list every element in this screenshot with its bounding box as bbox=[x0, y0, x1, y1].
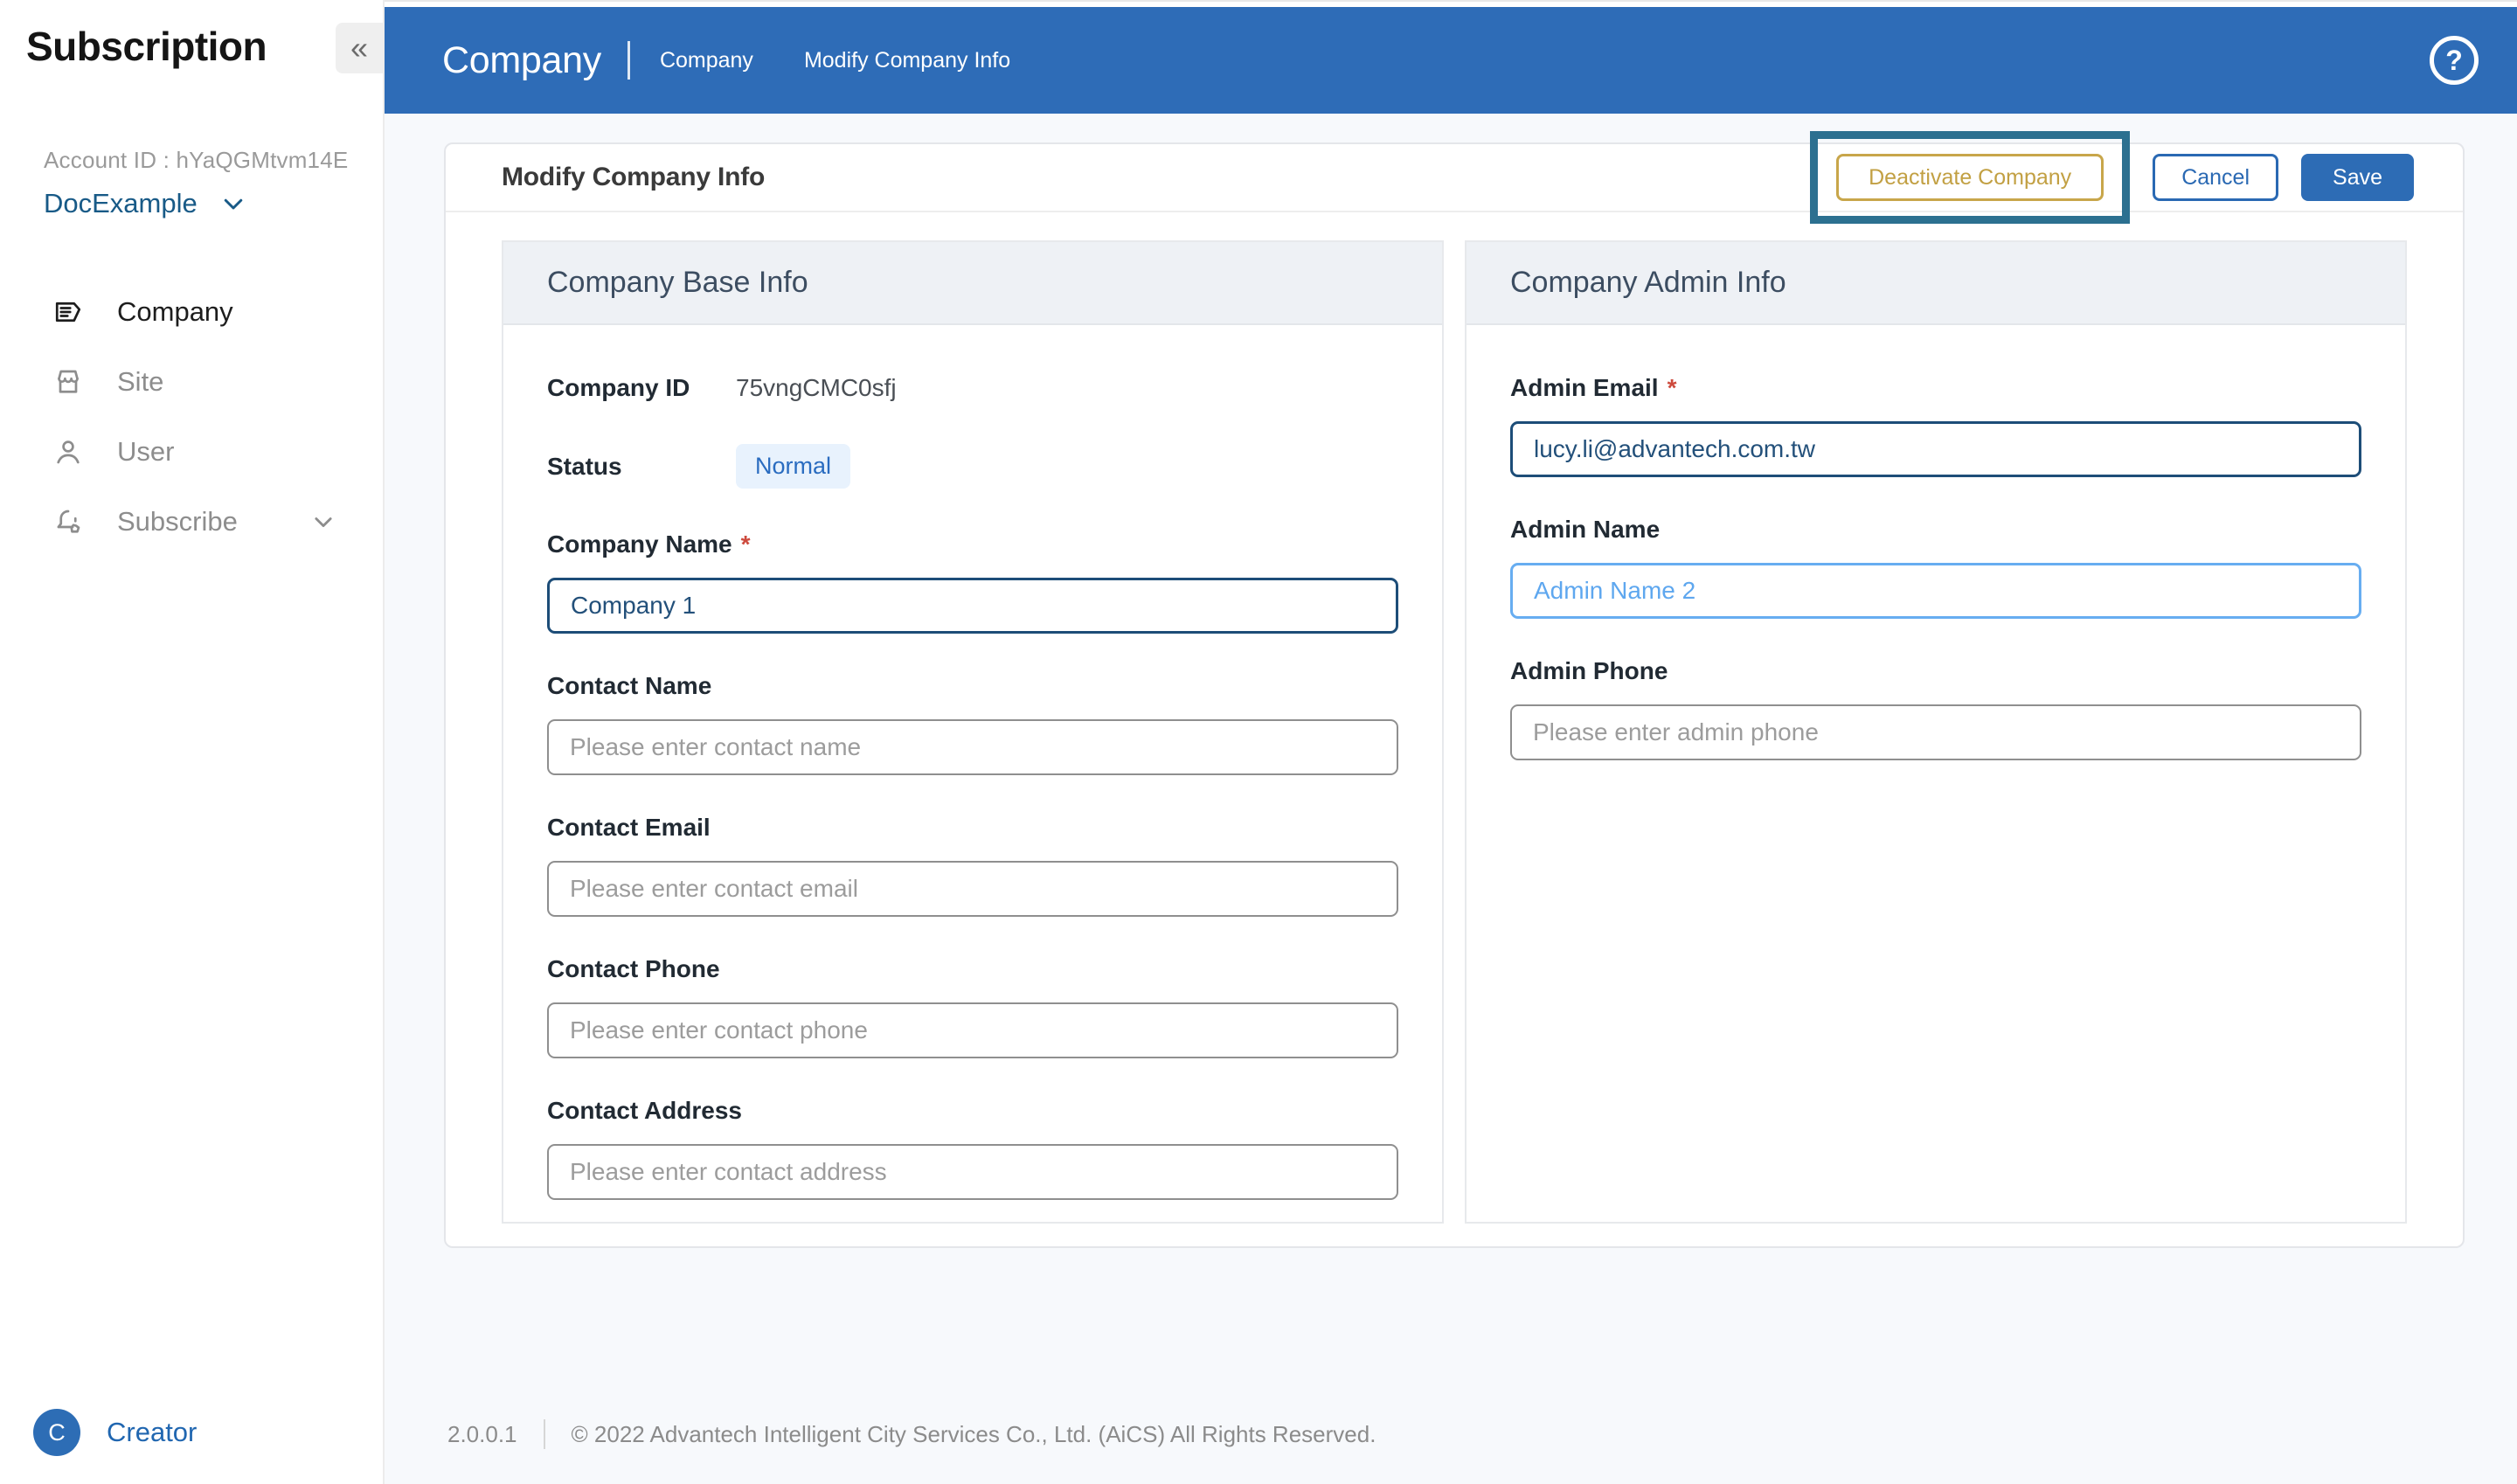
admin-email-input[interactable] bbox=[1510, 421, 2361, 477]
page-footer: 2.0.0.1 © 2022 Advantech Intelligent Cit… bbox=[447, 1419, 1376, 1449]
contact-phone-input[interactable] bbox=[547, 1002, 1398, 1058]
company-name-input[interactable] bbox=[547, 578, 1398, 634]
company-admin-info-panel: Company Admin Info Admin Email* Admin Na… bbox=[1465, 240, 2407, 1224]
sidebar-item-label: Site bbox=[117, 366, 164, 397]
contact-address-field-group: Contact Address bbox=[547, 1097, 1398, 1200]
help-button[interactable]: ? bbox=[2430, 36, 2479, 85]
contact-address-label: Contact Address bbox=[547, 1097, 743, 1124]
modify-company-card: Modify Company Info Deactivate Company C… bbox=[444, 131, 2465, 1248]
sidebar: Subscription « Account ID : hYaQGMtvm14E… bbox=[0, 0, 385, 1484]
sidebar-item-user[interactable]: Subscribe User bbox=[0, 417, 383, 487]
admin-phone-input[interactable] bbox=[1510, 704, 2361, 760]
admin-phone-field-group: Admin Phone bbox=[1510, 657, 2361, 760]
panel-body: Company ID 75vngCMC0sfj Status Normal Co… bbox=[503, 325, 1442, 1200]
company-id-label: Company ID bbox=[547, 374, 690, 401]
app-logo: Subscription bbox=[26, 24, 267, 69]
status-label: Status bbox=[547, 452, 622, 480]
contact-email-field-group: Contact Email bbox=[547, 814, 1398, 917]
main-content: Modify Company Info Deactivate Company C… bbox=[385, 114, 2517, 1484]
admin-phone-label: Admin Phone bbox=[1510, 657, 1668, 684]
breadcrumb: Company Modify Company Info bbox=[660, 48, 1010, 73]
page-title: Modify Company Info bbox=[502, 163, 766, 191]
admin-name-input[interactable] bbox=[1510, 563, 2361, 619]
admin-name-label: Admin Name bbox=[1510, 516, 1661, 543]
cancel-button[interactable]: Cancel bbox=[2153, 154, 2279, 201]
sidebar-item-label: User bbox=[117, 436, 175, 467]
account-id-text: Account ID : hYaQGMtvm14E bbox=[44, 147, 349, 173]
breadcrumb-company[interactable]: Company bbox=[660, 48, 753, 73]
company-id-value: 75vngCMC0sfj bbox=[736, 374, 897, 401]
status-row: Status Normal bbox=[547, 444, 1398, 489]
sidebar-item-company[interactable]: Company bbox=[0, 277, 383, 347]
company-tag-icon bbox=[55, 302, 81, 322]
contact-address-input[interactable] bbox=[547, 1144, 1398, 1200]
breadcrumb-modify-company-info[interactable]: Modify Company Info bbox=[804, 48, 1010, 73]
company-name-field-group: Company Name * bbox=[547, 530, 1398, 634]
action-buttons: Deactivate Company Cancel Save bbox=[1810, 131, 2414, 224]
page-section-title: Company bbox=[442, 38, 601, 81]
top-strip bbox=[385, 0, 2517, 7]
save-button[interactable]: Save bbox=[2301, 154, 2414, 201]
contact-name-input[interactable] bbox=[547, 719, 1398, 775]
panel-header: Company Admin Info bbox=[1467, 242, 2405, 325]
admin-email-label: Admin Email * bbox=[1510, 374, 1677, 401]
contact-phone-label: Contact Phone bbox=[547, 955, 720, 982]
company-base-info-panel: Company Base Info Company ID 75vngCMC0sf… bbox=[502, 240, 1444, 1224]
version-text: 2.0.0.1 bbox=[447, 1420, 517, 1447]
annotation-highlight-box: Deactivate Company bbox=[1810, 131, 2131, 224]
admin-name-field-group: Admin Name bbox=[1510, 516, 2361, 619]
contact-phone-field-group: Contact Phone bbox=[547, 955, 1398, 1058]
creator-avatar: C bbox=[33, 1409, 80, 1456]
contact-name-field-group: Contact Name bbox=[547, 672, 1398, 775]
panel-title: Company Base Info bbox=[547, 266, 808, 299]
company-name-label: Company Name * bbox=[547, 530, 751, 558]
contact-email-input[interactable] bbox=[547, 861, 1398, 917]
panel-header: Company Base Info bbox=[503, 242, 1442, 325]
sidebar-menu: Company Site Subscribe User Subs bbox=[0, 277, 383, 557]
subscribe-bell-icon bbox=[57, 510, 80, 533]
company-id-row: Company ID 75vngCMC0sfj bbox=[547, 374, 1398, 402]
panel-title: Company Admin Info bbox=[1510, 266, 1786, 299]
sidebar-item-label: Subscribe bbox=[117, 506, 238, 537]
account-switcher[interactable]: DocExample bbox=[44, 188, 383, 219]
contact-email-label: Contact Email bbox=[547, 814, 711, 841]
footer-divider bbox=[543, 1419, 545, 1449]
sidebar-item-subscribe[interactable]: Subscribe bbox=[0, 487, 383, 557]
copyright-text: © 2022 Advantech Intelligent City Servic… bbox=[571, 1420, 1376, 1447]
admin-email-field-group: Admin Email * bbox=[1510, 374, 2361, 477]
creator-account[interactable]: C Creator bbox=[33, 1409, 197, 1456]
user-icon bbox=[57, 440, 80, 464]
sidebar-item-label: Company bbox=[117, 296, 233, 327]
panel-body: Admin Email* Admin Name Admin Phone bbox=[1467, 325, 2405, 760]
deactivate-company-button[interactable]: Deactivate Company bbox=[1836, 154, 2104, 201]
site-storefront-icon bbox=[58, 370, 79, 393]
card-body: Company Base Info Company ID 75vngCMC0sf… bbox=[446, 212, 2463, 1224]
chevron-down-icon bbox=[315, 517, 332, 528]
account-name: DocExample bbox=[44, 188, 198, 218]
sidebar-item-site[interactable]: Site bbox=[0, 347, 383, 417]
required-asterisk: * bbox=[740, 530, 751, 558]
collapse-chevrons-icon: « bbox=[350, 30, 369, 66]
sidebar-collapse-button[interactable]: « bbox=[336, 23, 383, 73]
chevron-down-icon bbox=[224, 198, 242, 210]
creator-label: Creator bbox=[107, 1417, 198, 1447]
account-block: Account ID : hYaQGMtvm14E DocExample bbox=[44, 147, 383, 219]
app-header: Company Company Modify Company Info ? bbox=[385, 7, 2517, 114]
required-asterisk: * bbox=[1667, 374, 1677, 401]
title-divider bbox=[627, 41, 630, 80]
card-header: Modify Company Info Deactivate Company C… bbox=[446, 131, 2463, 224]
contact-name-label: Contact Name bbox=[547, 672, 712, 699]
status-badge: Normal bbox=[736, 444, 851, 489]
question-mark-icon: ? bbox=[2445, 44, 2463, 76]
